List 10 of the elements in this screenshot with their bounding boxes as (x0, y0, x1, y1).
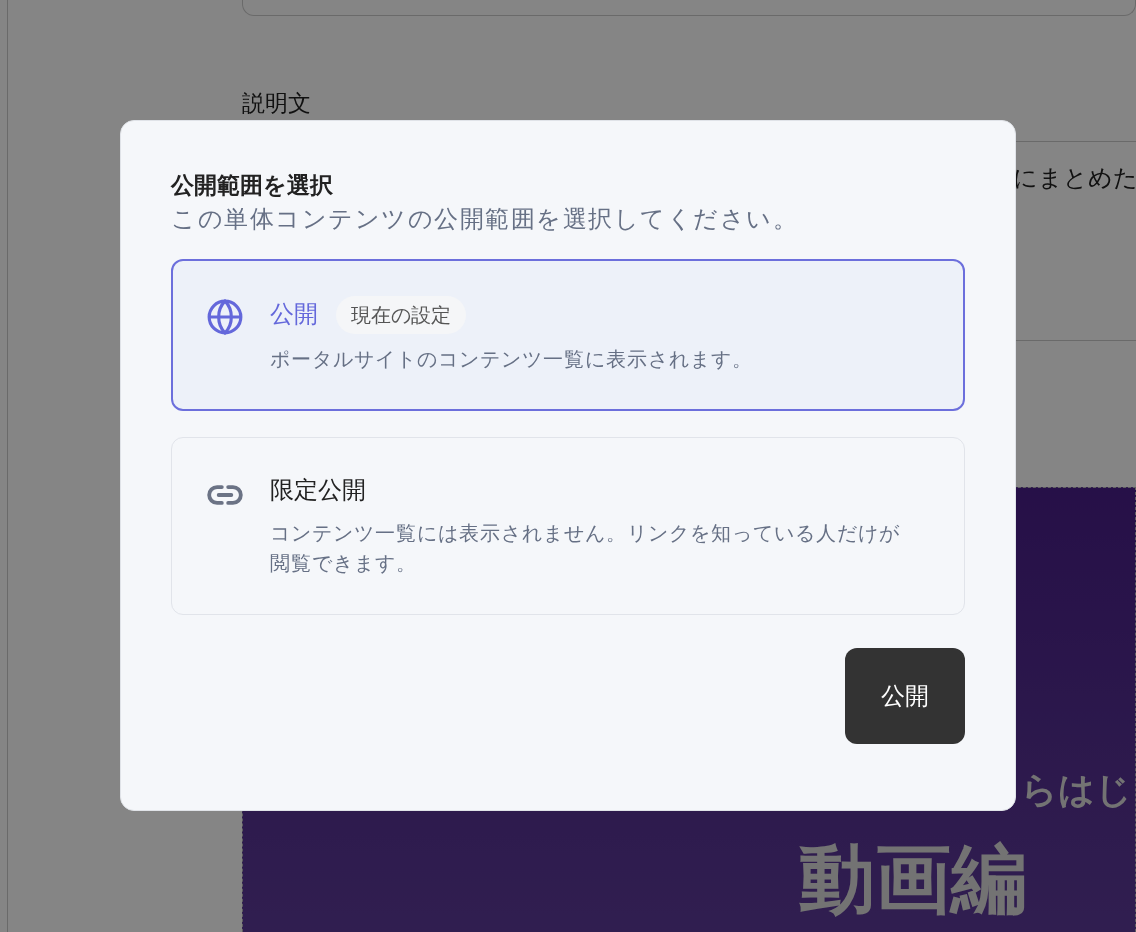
description-label: 説明文 (242, 92, 311, 115)
current-setting-tag: 現在の設定 (336, 296, 466, 335)
thumbnail-text: らはじ (1021, 768, 1133, 812)
thumbnail-title: 動画編 (799, 833, 1028, 925)
visibility-option[interactable]: 限定公開 コンテンツ一覧には表示されません。リンクを知っている人だけが閲覧できます。 (171, 437, 965, 615)
publish-button[interactable]: 公開 (845, 647, 965, 744)
dialog-subtitle: この単体コンテンツの公開範囲を選択してください。 (171, 204, 799, 236)
globe-icon (206, 298, 244, 337)
visibility-option[interactable]: 公開 現在の設定 ポータルサイトのコンテンツ一覧に表示されます。 (171, 259, 965, 412)
dialog-title: 公開範囲を選択 (171, 171, 334, 200)
